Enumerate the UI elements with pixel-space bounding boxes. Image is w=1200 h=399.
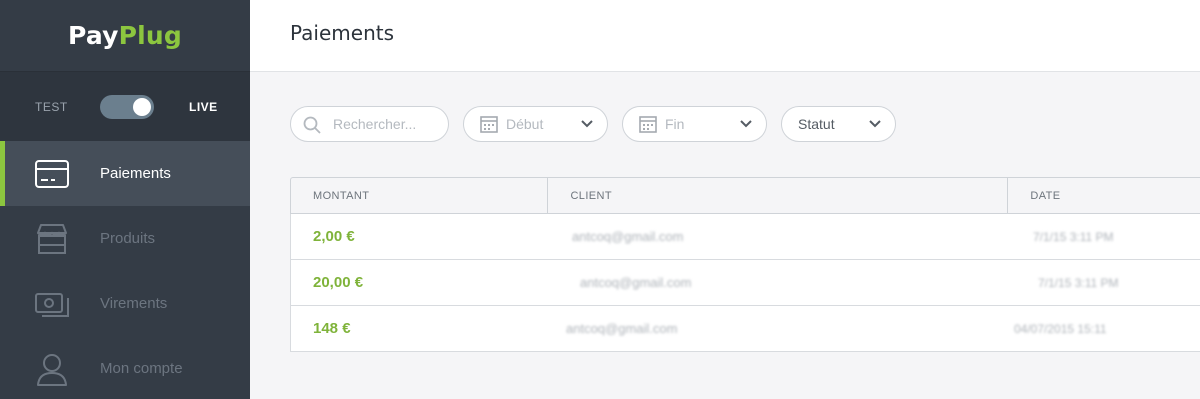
row-date: 7/1/15 3:11 PM: [1038, 275, 1119, 290]
end-date-label: Fin: [665, 116, 685, 132]
row-amount: 20,00 €: [313, 274, 364, 291]
search-placeholder: Rechercher...: [333, 116, 417, 132]
page-header: Paiements: [250, 0, 1200, 72]
row-client: antcoq@gmail.com: [580, 275, 692, 290]
status-select[interactable]: Statut: [781, 106, 896, 142]
start-date-label: Début: [506, 116, 544, 132]
mode-switch-row: TEST LIVE: [0, 72, 250, 141]
sidebar-item-mon-compte[interactable]: Mon compte: [0, 336, 250, 399]
user-icon: [37, 353, 67, 386]
status-label: Statut: [798, 116, 835, 132]
start-date-select[interactable]: Début: [463, 106, 608, 142]
calendar-icon: [639, 116, 657, 133]
chevron-down-icon: [581, 120, 593, 128]
calendar-icon: [480, 116, 498, 133]
sidebar-item-label: Paiements: [100, 165, 171, 182]
test-live-toggle[interactable]: [100, 94, 154, 119]
chevron-down-icon: [869, 120, 881, 128]
credit-card-icon: [35, 159, 69, 188]
page-title: Paiements: [290, 21, 395, 45]
banknotes-icon: [35, 292, 69, 317]
sidebar-item-label: Virements: [100, 295, 168, 312]
search-input[interactable]: Rechercher...: [290, 106, 449, 142]
row-client: antcoq@gmail.com: [566, 321, 678, 336]
column-header-date[interactable]: DATE: [1008, 178, 1200, 213]
table-row[interactable]: 148 € antcoq@gmail.com 04/07/2015 15:11: [290, 306, 1200, 352]
column-header-montant[interactable]: MONTANT: [291, 178, 549, 213]
row-amount: 148 €: [313, 320, 351, 337]
table-row[interactable]: 2,00 € antcoq@gmail.com 7/1/15 3:11 PM: [290, 214, 1200, 260]
payplug-logo[interactable]: Pay Plug: [0, 0, 250, 72]
sidebar-item-produits[interactable]: Produits: [0, 206, 250, 271]
live-mode-label: LIVE: [189, 99, 218, 114]
table-row[interactable]: 20,00 € antcoq@gmail.com 7/1/15 3:11 PM: [290, 260, 1200, 306]
table-header: MONTANT CLIENT DATE: [290, 177, 1200, 214]
chevron-down-icon: [740, 120, 752, 128]
row-date: 7/1/15 3:11 PM: [1033, 229, 1114, 244]
toggle-knob: [133, 97, 151, 116]
end-date-select[interactable]: Fin: [622, 106, 767, 142]
test-mode-label: TEST: [35, 99, 68, 114]
sidebar-item-virements[interactable]: Virements: [0, 271, 250, 336]
logo-pay: Pay: [67, 21, 119, 50]
column-header-client[interactable]: CLIENT: [548, 178, 1009, 213]
sidebar: Pay Plug TEST LIVE Paiements Produits Vi…: [0, 0, 250, 399]
sidebar-item-label: Produits: [100, 230, 156, 247]
filter-bar: Rechercher... Début Fin Statut: [290, 106, 896, 142]
sidebar-item-paiements[interactable]: Paiements: [0, 141, 250, 206]
row-amount: 2,00 €: [313, 228, 355, 245]
logo-plug: Plug: [118, 21, 183, 50]
row-date: 04/07/2015 15:11: [1014, 321, 1107, 336]
search-icon: [303, 116, 321, 134]
sidebar-item-label: Mon compte: [100, 360, 183, 377]
payments-table: MONTANT CLIENT DATE 2,00 € antcoq@gmail.…: [290, 177, 1200, 352]
row-client: antcoq@gmail.com: [572, 229, 684, 244]
storefront-icon: [37, 223, 67, 254]
